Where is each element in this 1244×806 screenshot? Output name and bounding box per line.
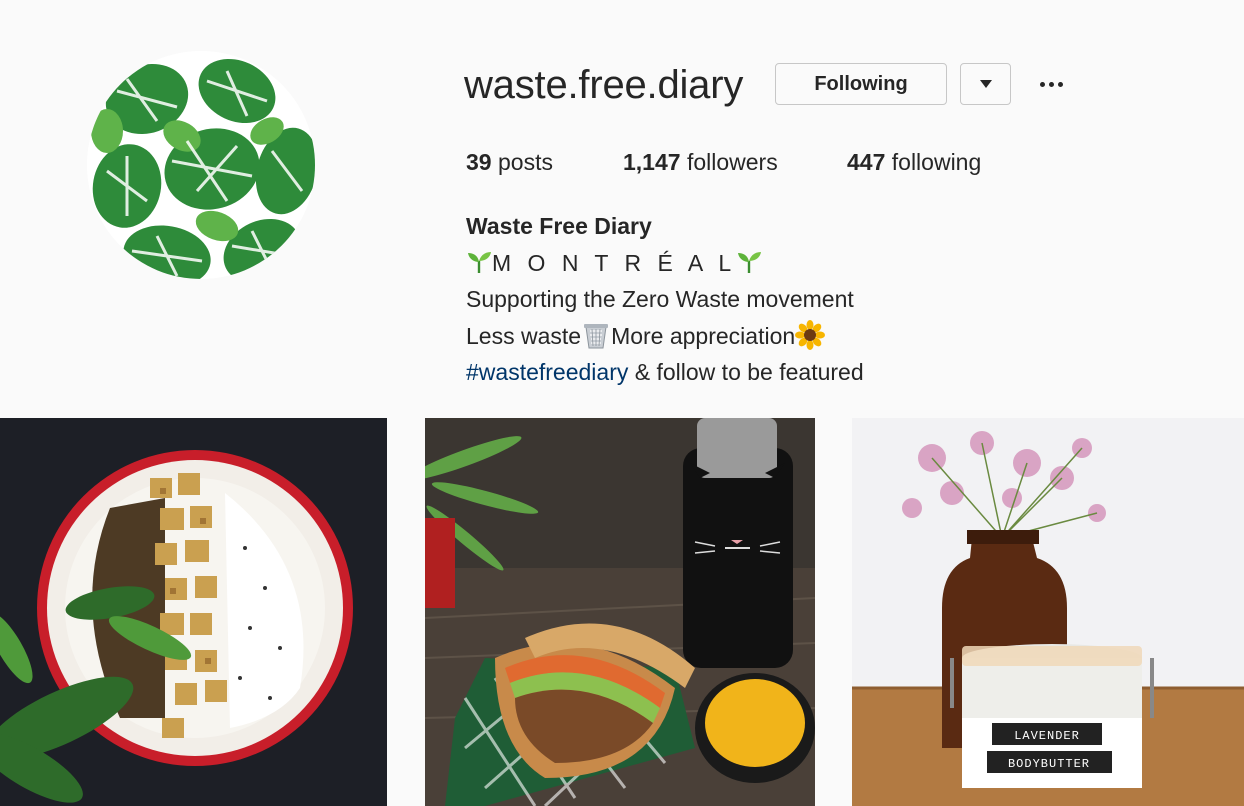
bio-hashtag-link[interactable]: #wastefreediary: [466, 359, 628, 385]
following-button[interactable]: Following: [775, 63, 947, 105]
bowl-photo: [0, 418, 387, 806]
sunflower-icon: [795, 319, 826, 350]
bio-line-3: #wastefreediary & follow to be featured: [466, 354, 864, 391]
more-options-button[interactable]: [1033, 70, 1069, 98]
followers-label: followers: [686, 149, 778, 175]
post-thumbnail[interactable]: [425, 418, 815, 806]
seedling-icon: [468, 251, 491, 273]
bio-location: M O N T R É A L: [466, 245, 864, 282]
bio-location-text: M O N T R É A L: [492, 249, 737, 276]
posts-label: posts: [497, 149, 553, 175]
profile-full-name: Waste Free Diary: [466, 213, 652, 239]
post-thumbnail[interactable]: [0, 418, 387, 806]
jar-label-line-2: BODYBUTTER: [1008, 757, 1090, 771]
following-stat[interactable]: 447 following: [847, 146, 981, 178]
followers-stat[interactable]: 1,147 followers: [623, 146, 778, 178]
profile-bio: Waste Free Diary M O N T R É A L Support…: [466, 208, 864, 391]
profile-username: waste.free.diary: [464, 63, 744, 107]
post-thumbnail[interactable]: LAVENDER BODYBUTTER: [852, 418, 1244, 806]
monstera-leaf-pattern: [87, 51, 315, 279]
bio-line-2-b: More appreciation: [611, 322, 796, 349]
profile-header: waste.free.diary Following 39 posts 1,14…: [0, 0, 1244, 402]
following-label: following: [891, 149, 982, 175]
bio-line-2: Less waste More appreciation: [466, 318, 864, 355]
seedling-icon: [738, 251, 762, 273]
jar-photo: LAVENDER BODYBUTTER: [852, 418, 1244, 806]
bio-line-1: Supporting the Zero Waste movement: [466, 286, 854, 312]
following-count: 447: [847, 149, 886, 175]
sandwich-photo: [425, 418, 815, 806]
bio-line-2-a: Less waste: [466, 322, 582, 349]
followers-count: 1,147: [623, 149, 681, 175]
posts-grid: LAVENDER BODYBUTTER: [0, 418, 1244, 806]
caret-down-icon: [979, 80, 992, 88]
jar-label-line-1: LAVENDER: [1014, 729, 1080, 743]
wastebasket-icon: [584, 323, 609, 348]
posts-count: 39: [466, 149, 492, 175]
bio-line-3-rest: & follow to be featured: [628, 359, 864, 385]
profile-avatar[interactable]: [87, 51, 315, 279]
suggestions-dropdown-button[interactable]: [960, 63, 1011, 105]
posts-stat: 39 posts: [466, 146, 553, 178]
ellipsis-icon: [1039, 81, 1045, 87]
